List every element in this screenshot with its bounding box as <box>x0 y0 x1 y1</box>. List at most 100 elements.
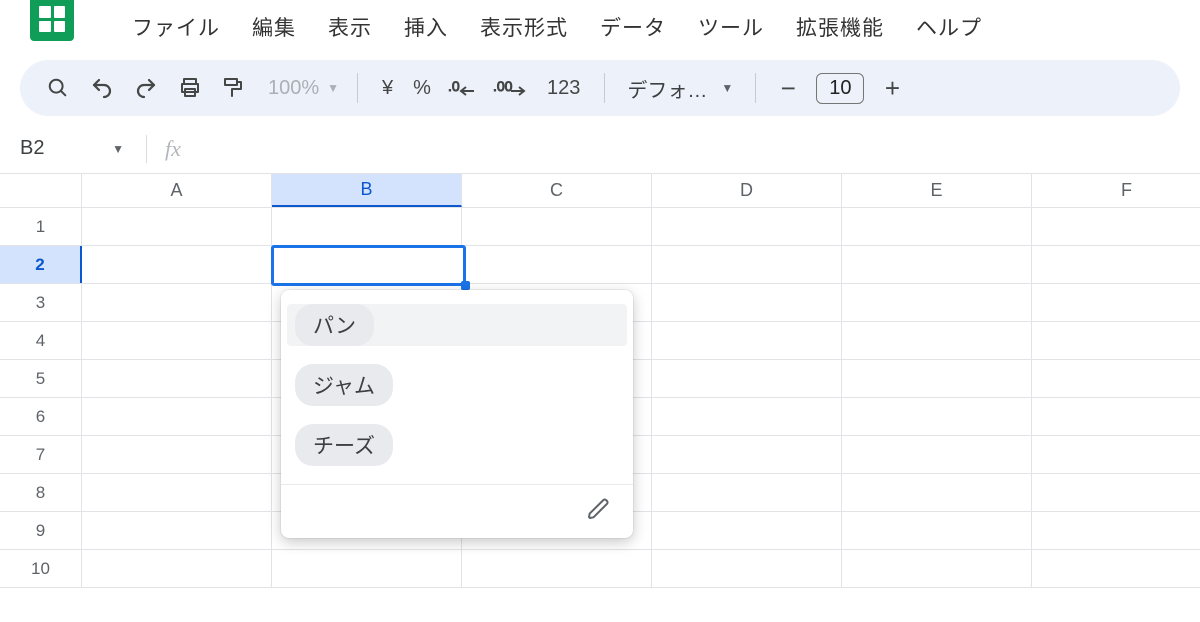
cell-C1[interactable] <box>462 208 652 245</box>
cell-A1[interactable] <box>82 208 272 245</box>
cell-E10[interactable] <box>842 550 1032 587</box>
font-size-input[interactable]: 10 <box>816 73 864 104</box>
font-family-dropdown[interactable]: デフォ… ▼ <box>619 74 741 103</box>
cell-D1[interactable] <box>652 208 842 245</box>
menu-tools[interactable]: ツール <box>682 8 780 46</box>
dropdown-option-chip: パン <box>295 304 374 346</box>
menu-extensions[interactable]: 拡張機能 <box>780 8 900 46</box>
cell-E9[interactable] <box>842 512 1032 549</box>
menu-data[interactable]: データ <box>584 8 682 46</box>
row-header-8[interactable]: 8 <box>0 474 82 511</box>
search-icon[interactable] <box>36 66 80 110</box>
increase-font-size-button[interactable]: + <box>874 73 910 104</box>
cell-E4[interactable] <box>842 322 1032 359</box>
fill-handle[interactable] <box>461 281 470 290</box>
cell-B2[interactable] <box>272 246 462 283</box>
cell-F5[interactable] <box>1032 360 1200 397</box>
cell-C10[interactable] <box>462 550 652 587</box>
formula-bar: B2 ▼ fx <box>0 124 1200 174</box>
row-header-6[interactable]: 6 <box>0 398 82 435</box>
cell-E2[interactable] <box>842 246 1032 283</box>
cell-F8[interactable] <box>1032 474 1200 511</box>
cell-E5[interactable] <box>842 360 1032 397</box>
cell-E1[interactable] <box>842 208 1032 245</box>
sheets-app-icon-grid <box>39 6 65 32</box>
menu-help[interactable]: ヘルプ <box>900 8 998 46</box>
grid-row: 2 <box>0 246 1200 284</box>
cell-F7[interactable] <box>1032 436 1200 473</box>
decrease-font-size-button[interactable]: − <box>770 73 806 104</box>
zoom-dropdown[interactable]: 100% ▼ <box>256 77 343 100</box>
menu-format[interactable]: 表示形式 <box>464 8 584 46</box>
column-header-E[interactable]: E <box>842 174 1032 207</box>
cell-E8[interactable] <box>842 474 1032 511</box>
row-header-9[interactable]: 9 <box>0 512 82 549</box>
dropdown-option[interactable]: ジャム <box>295 364 619 406</box>
cell-D9[interactable] <box>652 512 842 549</box>
cell-D5[interactable] <box>652 360 842 397</box>
row-header-3[interactable]: 3 <box>0 284 82 321</box>
row-header-2[interactable]: 2 <box>0 246 82 283</box>
column-header-D[interactable]: D <box>652 174 842 207</box>
column-header-A[interactable]: A <box>82 174 272 207</box>
menu-edit[interactable]: 編集 <box>236 8 312 46</box>
cell-F3[interactable] <box>1032 284 1200 321</box>
cell-D10[interactable] <box>652 550 842 587</box>
row-header-10[interactable]: 10 <box>0 550 82 587</box>
pencil-icon[interactable] <box>587 497 611 526</box>
cell-F6[interactable] <box>1032 398 1200 435</box>
decrease-decimal-icon[interactable]: .0 <box>441 66 485 110</box>
cell-D6[interactable] <box>652 398 842 435</box>
cell-D3[interactable] <box>652 284 842 321</box>
format-percent-button[interactable]: % <box>403 77 441 100</box>
select-all-corner[interactable] <box>0 174 82 207</box>
cell-D4[interactable] <box>652 322 842 359</box>
cell-D7[interactable] <box>652 436 842 473</box>
increase-decimal-icon[interactable]: .00 <box>485 66 537 110</box>
cell-F9[interactable] <box>1032 512 1200 549</box>
cell-A8[interactable] <box>82 474 272 511</box>
cell-F1[interactable] <box>1032 208 1200 245</box>
format-currency-button[interactable]: ¥ <box>372 77 403 100</box>
column-header-B[interactable]: B <box>272 174 462 207</box>
column-header-C[interactable]: C <box>462 174 652 207</box>
grid-row: 10 <box>0 550 1200 588</box>
undo-icon[interactable] <box>80 66 124 110</box>
dropdown-option[interactable]: パン <box>287 304 627 346</box>
sheets-app-icon[interactable] <box>30 0 74 41</box>
cell-C2[interactable] <box>462 246 652 283</box>
redo-icon[interactable] <box>124 66 168 110</box>
dropdown-option[interactable]: チーズ <box>295 424 619 466</box>
menu-view[interactable]: 表示 <box>312 8 388 46</box>
print-icon[interactable] <box>168 66 212 110</box>
cell-A10[interactable] <box>82 550 272 587</box>
row-header-4[interactable]: 4 <box>0 322 82 359</box>
cell-D8[interactable] <box>652 474 842 511</box>
cell-A3[interactable] <box>82 284 272 321</box>
cell-A9[interactable] <box>82 512 272 549</box>
cell-A7[interactable] <box>82 436 272 473</box>
name-box[interactable]: B2 ▼ <box>14 137 134 160</box>
cell-E7[interactable] <box>842 436 1032 473</box>
menu-insert[interactable]: 挿入 <box>388 8 464 46</box>
cell-B1[interactable] <box>272 208 462 245</box>
fx-icon: fx <box>165 136 181 162</box>
cell-A5[interactable] <box>82 360 272 397</box>
cell-A6[interactable] <box>82 398 272 435</box>
cell-F2[interactable] <box>1032 246 1200 283</box>
more-number-formats-button[interactable]: 123 <box>537 77 590 100</box>
cell-F4[interactable] <box>1032 322 1200 359</box>
cell-E6[interactable] <box>842 398 1032 435</box>
row-header-7[interactable]: 7 <box>0 436 82 473</box>
cell-A4[interactable] <box>82 322 272 359</box>
paint-format-icon[interactable] <box>212 66 256 110</box>
cell-D2[interactable] <box>652 246 842 283</box>
cell-E3[interactable] <box>842 284 1032 321</box>
cell-F10[interactable] <box>1032 550 1200 587</box>
row-header-5[interactable]: 5 <box>0 360 82 397</box>
row-header-1[interactable]: 1 <box>0 208 82 245</box>
menu-file[interactable]: ファイル <box>116 8 236 46</box>
cell-A2[interactable] <box>82 246 272 283</box>
column-header-F[interactable]: F <box>1032 174 1200 207</box>
cell-B10[interactable] <box>272 550 462 587</box>
